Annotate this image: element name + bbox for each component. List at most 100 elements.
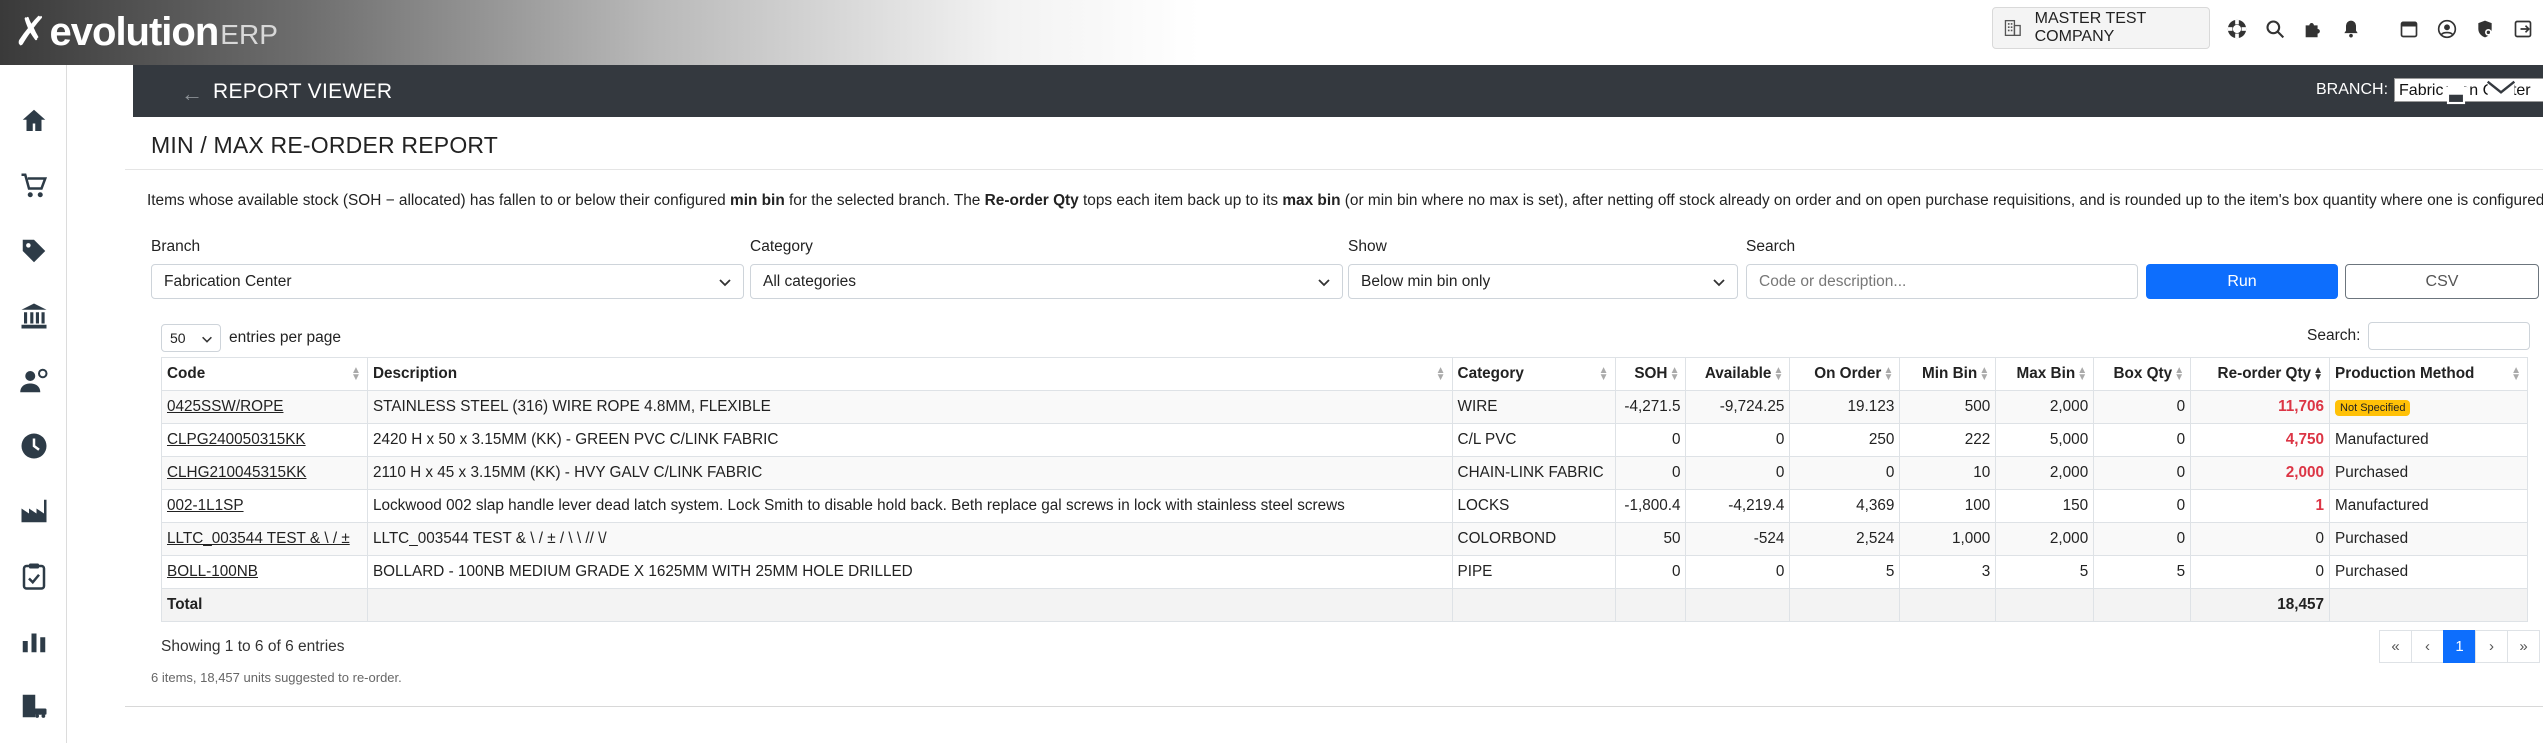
- item-code-link[interactable]: 0425SSW/ROPE: [167, 398, 283, 415]
- help-lifebuoy-icon[interactable]: [2218, 14, 2256, 44]
- column-header-category[interactable]: Category ▲ ▼: [1451, 357, 1616, 391]
- cell-code: LLTC_003544 TEST & \ / ±: [161, 522, 368, 556]
- table-row: CLHG210045315KK 2110 H x 45 x 3.15MM (KK)…: [161, 456, 2528, 490]
- last-page-button[interactable]: »: [2507, 630, 2540, 663]
- item-code-link[interactable]: CLHG210045315KK: [167, 464, 306, 481]
- tag-icon[interactable]: [16, 233, 52, 269]
- company-selector[interactable]: MASTER TEST COMPANY: [1992, 7, 2210, 49]
- column-header-code[interactable]: Code ▲ ▼: [161, 357, 368, 391]
- cell-max-bin: 2,000: [1995, 390, 2095, 424]
- logo-suffix: ERP: [220, 19, 278, 50]
- previous-page-button[interactable]: ‹: [2411, 630, 2444, 663]
- cell-description: 2110 H x 45 x 3.15MM (KK) - HVY GALV C/L…: [366, 456, 1453, 490]
- cell-category: PIPE: [1451, 555, 1616, 589]
- calendar-icon[interactable]: [2390, 14, 2428, 44]
- column-header-on-order[interactable]: On Order ▲ ▼: [1789, 357, 1901, 391]
- page-1-button[interactable]: 1: [2443, 630, 2476, 663]
- column-header-label: On Order: [1814, 365, 1882, 382]
- cell-max-bin: 5: [1995, 555, 2095, 589]
- column-header-label: SOH: [1634, 365, 1668, 382]
- category-filter-value: All categories: [763, 272, 857, 290]
- puzzle-icon[interactable]: [2294, 14, 2332, 44]
- cell-category: WIRE: [1451, 390, 1616, 424]
- user-circle-icon[interactable]: [2428, 14, 2466, 44]
- total-empty-cell: [1685, 588, 1791, 622]
- building-car-icon[interactable]: [16, 688, 52, 724]
- info-bold-3: max bin: [1282, 192, 1341, 209]
- bar-chart-icon[interactable]: [16, 623, 52, 659]
- total-empty-cell: [1451, 588, 1616, 622]
- cell-box-qty: 0: [2093, 489, 2192, 523]
- total-empty-cell: [366, 588, 1453, 622]
- column-header-description[interactable]: Description ▲ ▼: [366, 357, 1453, 391]
- category-filter-label: Category: [750, 238, 813, 255]
- info-text-3: tops each item back up to its: [1078, 192, 1283, 209]
- app-logo[interactable]: ✗ evolution ERP: [14, 9, 278, 55]
- cell-reorder-qty: 2,000: [2190, 456, 2331, 490]
- first-page-button[interactable]: «: [2379, 630, 2412, 663]
- per-page-select[interactable]: 50: [161, 324, 221, 352]
- total-reorder-qty: 18,457: [2190, 588, 2331, 622]
- csv-button[interactable]: CSV: [2345, 264, 2539, 299]
- cell-code: CLHG210045315KK: [161, 456, 368, 490]
- table-total-row: Total 18,457: [161, 588, 2528, 622]
- table-search-input[interactable]: [2368, 322, 2531, 350]
- column-header-production-method[interactable]: Production Method ▲ ▼: [2329, 357, 2528, 391]
- show-filter-label: Show: [1348, 238, 1387, 255]
- run-button[interactable]: Run: [2146, 264, 2338, 299]
- cell-min-bin: 100: [1899, 489, 1997, 523]
- cell-production-method: Manufactured: [2329, 489, 2528, 523]
- column-header-reorder-qty[interactable]: Re-order Qty ▲ ▼: [2190, 357, 2331, 391]
- column-header-max-bin[interactable]: Max Bin ▲ ▼: [1995, 357, 2095, 391]
- email-icon[interactable]: [2485, 75, 2517, 107]
- cell-description: LLTC_003544 TEST & \ / ± / \ \ // \/: [366, 522, 1453, 556]
- search-icon[interactable]: [2256, 14, 2294, 44]
- cell-soh: -1,800.4: [1614, 489, 1687, 523]
- cell-available: -4,219.4: [1685, 489, 1791, 523]
- column-header-label: Box Qty: [2113, 365, 2173, 382]
- item-code-link[interactable]: 002-1L1SP: [167, 497, 244, 514]
- cell-code: 002-1L1SP: [161, 489, 368, 523]
- branch-filter-select[interactable]: Fabrication Center: [151, 264, 744, 299]
- column-header-available[interactable]: Available ▲ ▼: [1685, 357, 1791, 391]
- cart-icon[interactable]: [16, 168, 52, 204]
- reorder-qty-value: 4,750: [2285, 431, 2325, 448]
- item-code-link[interactable]: BOLL-100NB: [167, 563, 258, 580]
- show-filter-select[interactable]: Below min bin only: [1348, 264, 1738, 299]
- shield-settings-icon[interactable]: [2466, 14, 2504, 44]
- bell-icon[interactable]: [2332, 14, 2370, 44]
- user-settings-icon[interactable]: [16, 363, 52, 399]
- column-header-soh[interactable]: SOH ▲ ▼: [1614, 357, 1687, 391]
- cell-available: -9,724.25: [1685, 390, 1791, 424]
- title-divider: [125, 169, 2543, 170]
- cell-on-order: 5: [1789, 555, 1901, 589]
- bank-icon[interactable]: [16, 298, 52, 334]
- home-icon[interactable]: [16, 103, 52, 139]
- column-header-min-bin[interactable]: Min Bin ▲ ▼: [1899, 357, 1997, 391]
- info-text-1: Items whose available stock (SOH − alloc…: [147, 192, 731, 209]
- item-code-link[interactable]: CLPG240050315KK: [167, 431, 306, 448]
- back-arrow-icon[interactable]: ←: [181, 81, 203, 107]
- item-code-link[interactable]: LLTC_003544 TEST & \ / ±: [167, 530, 350, 547]
- cell-box-qty: 5: [2093, 555, 2192, 589]
- cell-reorder-qty: 4,750: [2190, 423, 2331, 457]
- sort-icon: ▲ ▼: [1883, 365, 1894, 383]
- table-search-label: Search:: [2307, 327, 2361, 344]
- clipboard-check-icon[interactable]: [16, 558, 52, 594]
- report-content: MIN / MAX RE-ORDER REPORT Items whose av…: [125, 117, 2543, 707]
- column-header-box-qty[interactable]: Box Qty ▲ ▼: [2093, 357, 2192, 391]
- cell-max-bin: 150: [1995, 489, 2095, 523]
- cell-min-bin: 3: [1899, 555, 1997, 589]
- clock-icon[interactable]: [16, 428, 52, 464]
- reorder-qty-value: 1: [2315, 497, 2325, 514]
- total-empty-cell: [2329, 588, 2528, 622]
- print-icon[interactable]: [2440, 75, 2472, 107]
- search-input[interactable]: [1746, 264, 2138, 299]
- category-filter-select[interactable]: All categories: [750, 264, 1343, 299]
- next-page-button[interactable]: ›: [2475, 630, 2508, 663]
- table-search: Search:: [2307, 322, 2531, 350]
- factory-icon[interactable]: [16, 493, 52, 529]
- sign-out-icon[interactable]: [2504, 14, 2542, 44]
- report-viewer-header: ← REPORT VIEWER BRANCH: Fabrication Cent…: [133, 65, 2543, 117]
- report-viewer-title: REPORT VIEWER: [213, 80, 393, 103]
